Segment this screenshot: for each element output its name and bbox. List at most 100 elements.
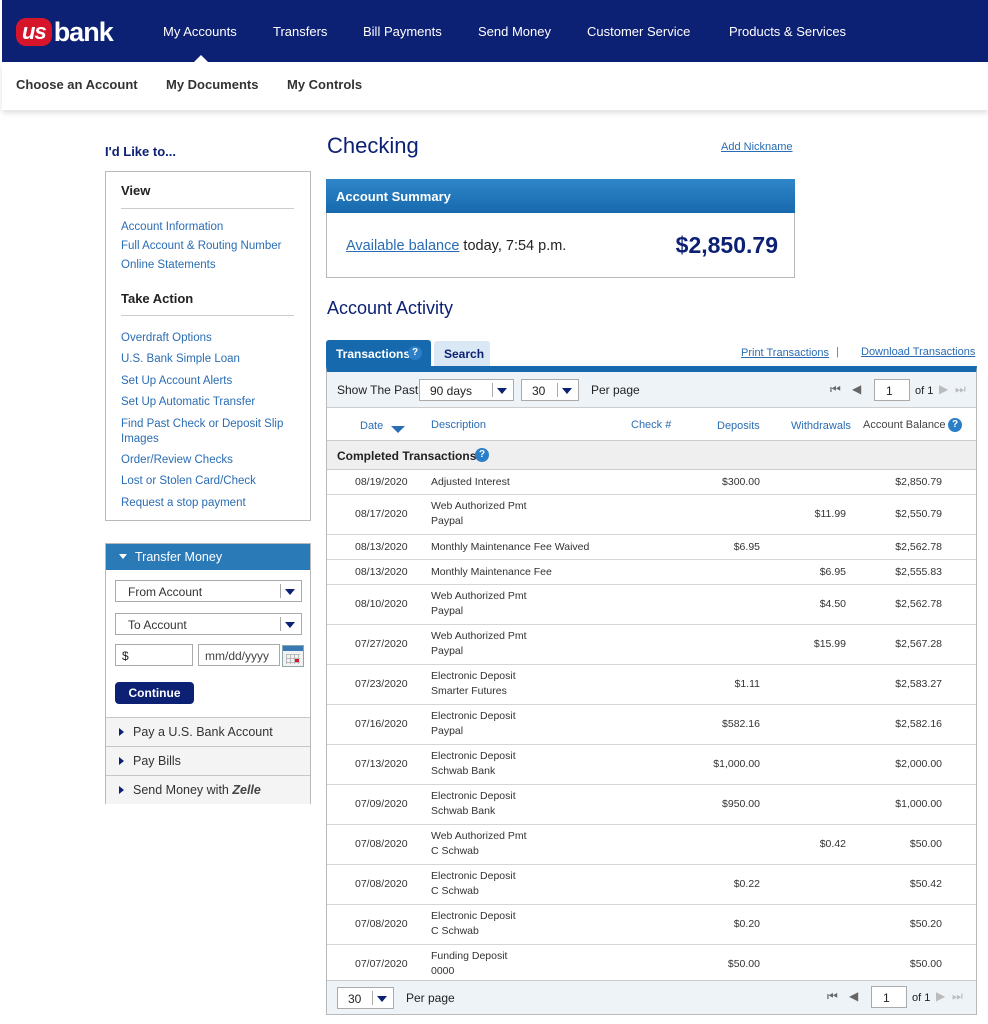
link-lost-stolen-card[interactable]: Lost or Stolen Card/Check — [121, 474, 301, 489]
table-row[interactable]: 07/07/2020 $50.00 $50.00 Funding Deposit 000… — [327, 945, 976, 985]
link-simple-loan[interactable]: U.S. Bank Simple Loan — [121, 352, 301, 367]
subnav-choose-account[interactable]: Choose an Account — [16, 77, 138, 92]
accordion-pay-bills[interactable]: Pay Bills — [106, 746, 310, 775]
nav-transfers[interactable]: Transfers — [273, 24, 327, 39]
transfer-money-header[interactable]: Transfer Money — [106, 544, 310, 570]
nav-products-services[interactable]: Products & Services — [729, 24, 846, 39]
description-line-1: Electronic Deposit — [431, 710, 516, 722]
help-icon[interactable]: ? — [948, 418, 962, 432]
amount-input[interactable]: $ — [115, 644, 193, 666]
from-account-select[interactable]: From Account — [115, 580, 302, 602]
sort-descending-icon[interactable] — [391, 426, 405, 433]
cell-date: 07/13/2020 — [355, 758, 408, 770]
prev-page-icon[interactable]: ◀ — [849, 989, 858, 1003]
description-line-1: Funding Deposit — [431, 950, 508, 962]
first-page-icon[interactable]: ⏮ — [830, 382, 841, 397]
to-account-select[interactable]: To Account — [115, 613, 302, 635]
calendar-icon[interactable] — [282, 645, 304, 667]
description-line-2: Paypal — [431, 725, 464, 737]
prev-page-icon[interactable]: ◀ — [852, 382, 861, 396]
continue-button[interactable]: Continue — [115, 682, 194, 704]
cell-balance: $2,567.28 — [895, 638, 942, 650]
column-check-number[interactable]: Check # — [631, 419, 671, 431]
subnav-my-controls[interactable]: My Controls — [287, 77, 362, 92]
cell-withdrawal: $4.50 — [819, 598, 846, 610]
table-row[interactable]: 08/10/2020 $4.50 $2,562.78 Web Authorized P… — [327, 585, 976, 625]
column-date[interactable]: Date — [360, 420, 383, 432]
first-page-icon[interactable]: ⏮ — [827, 989, 838, 1004]
link-automatic-transfer[interactable]: Set Up Automatic Transfer — [121, 395, 301, 410]
column-deposits[interactable]: Deposits — [717, 420, 760, 432]
add-nickname-link[interactable]: Add Nickname — [721, 141, 793, 153]
table-row[interactable]: 08/13/2020 $6.95 $2,562.78 Monthly Maintena… — [327, 535, 976, 560]
table-row[interactable]: 07/08/2020 $0.22 $50.42 Electronic Deposit C… — [327, 865, 976, 905]
help-icon[interactable]: ? — [475, 448, 489, 462]
cell-balance: $2,583.27 — [895, 678, 942, 690]
cell-balance: $50.00 — [909, 838, 942, 850]
tab-transactions-label: Transactions — [336, 347, 411, 361]
us-bank-logo[interactable]: us bank — [16, 17, 114, 47]
table-row[interactable]: 07/08/2020 $0.20 $50.20 Electronic Deposit C… — [327, 905, 976, 945]
page-number-input[interactable]: 1 — [874, 379, 910, 401]
link-stop-payment[interactable]: Request a stop payment — [121, 496, 301, 511]
table-row[interactable]: 07/23/2020 $1.11 $2,583.27 Electronic Depos… — [327, 665, 976, 705]
accordion-pay-us-bank-account[interactable]: Pay a U.S. Bank Account — [106, 717, 310, 746]
link-overdraft-options[interactable]: Overdraft Options — [121, 331, 301, 346]
download-transactions-link[interactable]: Download Transactions — [861, 346, 975, 358]
column-withdrawals[interactable]: Withdrawals — [791, 420, 851, 432]
help-icon[interactable]: ? — [408, 346, 422, 360]
page-number-value: 1 — [883, 991, 890, 1005]
next-page-icon[interactable]: ▶ — [939, 382, 948, 396]
table-row[interactable]: 07/08/2020 $0.42 $50.00 Web Authorized Pmt C… — [327, 825, 976, 865]
tab-search-label: Search — [444, 347, 485, 361]
accordion-send-money-zelle[interactable]: Send Money with Zelle — [106, 775, 310, 804]
date-input[interactable]: mm/dd/yyyy — [198, 644, 280, 666]
available-balance-link[interactable]: Available balance — [346, 238, 459, 254]
cell-withdrawal: $0.42 — [819, 838, 846, 850]
caret-right-icon — [119, 728, 124, 736]
column-description[interactable]: Description — [431, 419, 486, 431]
next-page-icon[interactable]: ▶ — [936, 989, 945, 1003]
description-line-1: Web Authorized Pmt — [431, 630, 527, 642]
last-page-icon[interactable]: ⏭ — [955, 382, 966, 397]
nav-send-money[interactable]: Send Money — [478, 24, 551, 39]
description-line-1: Electronic Deposit — [431, 790, 516, 802]
subnav-my-documents[interactable]: My Documents — [166, 77, 258, 92]
link-account-alerts[interactable]: Set Up Account Alerts — [121, 374, 301, 389]
per-page-select[interactable]: 30 — [521, 379, 579, 401]
print-transactions-link[interactable]: Print Transactions — [741, 347, 829, 359]
column-account-balance: Account Balance — [863, 419, 946, 431]
table-row[interactable]: 07/16/2020 $582.16 $2,582.16 Electronic Dep… — [327, 705, 976, 745]
link-order-checks[interactable]: Order/Review Checks — [121, 453, 301, 468]
description-line-1: Electronic Deposit — [431, 750, 516, 762]
table-row[interactable]: 07/27/2020 $15.99 $2,567.28 Web Authorized … — [327, 625, 976, 665]
table-row[interactable]: 08/17/2020 $11.99 $2,550.79 Web Authorized … — [327, 495, 976, 535]
link-routing-number[interactable]: Full Account & Routing Number — [121, 239, 301, 254]
nav-my-accounts[interactable]: My Accounts — [163, 24, 237, 39]
table-row[interactable]: 08/13/2020 $6.95 $2,555.83 Monthly Maintena… — [327, 560, 976, 585]
cell-balance: $2,850.79 — [895, 476, 942, 488]
cell-balance: $2,582.16 — [895, 718, 942, 730]
per-page-select-bottom[interactable]: 30 — [337, 987, 394, 1009]
page-number-input-bottom[interactable]: 1 — [871, 986, 907, 1008]
description-line-2: Paypal — [431, 645, 464, 657]
cell-date: 07/07/2020 — [355, 958, 408, 970]
table-row[interactable]: 07/09/2020 $950.00 $1,000.00 Electronic Dep… — [327, 785, 976, 825]
description-line-1: Electronic Deposit — [431, 670, 516, 682]
nav-bill-payments[interactable]: Bill Payments — [363, 24, 442, 39]
link-online-statements[interactable]: Online Statements — [121, 258, 301, 273]
link-check-images[interactable]: Find Past Check or Deposit Slip Images — [121, 417, 286, 447]
per-page-value: 30 — [348, 992, 362, 1006]
tab-search[interactable]: Search — [434, 341, 490, 367]
link-account-information[interactable]: Account Information — [121, 220, 301, 235]
logo-us: us — [16, 18, 52, 46]
table-row[interactable]: 07/13/2020 $1,000.00 $2,000.00 Electronic D… — [327, 745, 976, 785]
cell-description: Adjusted Interest — [431, 475, 510, 490]
last-page-icon[interactable]: ⏭ — [952, 989, 963, 1004]
caret-right-icon — [119, 757, 124, 765]
table-row[interactable]: 08/19/2020 $300.00 $2,850.79 Adjusted Inter… — [327, 470, 976, 495]
days-select[interactable]: 90 days — [419, 379, 514, 401]
nav-customer-service[interactable]: Customer Service — [587, 24, 690, 39]
cell-date: 08/10/2020 — [355, 598, 408, 610]
tab-transactions[interactable]: Transactions ? — [326, 340, 431, 367]
